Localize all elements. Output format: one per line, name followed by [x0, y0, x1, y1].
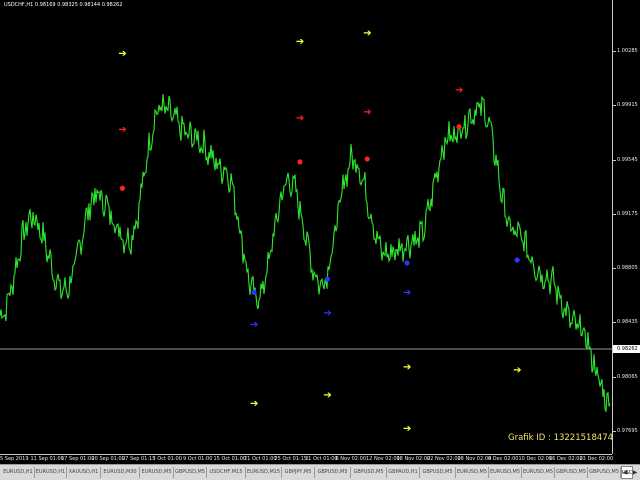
chart-tab[interactable]: EURUSD,M5 — [140, 467, 174, 478]
price-scale-label: 0.99915 — [617, 102, 638, 109]
time-axis-label: 15 Oct 01:00 — [213, 456, 247, 462]
exit-arrow-icon: ➔ — [118, 48, 126, 59]
price-scale-tick — [613, 213, 616, 215]
chart-tab[interactable]: GBPUSD,M5 — [420, 467, 456, 478]
price-scale-tick — [613, 376, 616, 378]
tab-scroll-right-icon[interactable]: ▶ — [631, 467, 639, 478]
price-scale-label: 0.99545 — [617, 156, 638, 163]
chart-area[interactable]: ➔ ➔ ➔ ➔ ➔ ➔ ➔ ➔ ➔ ➔ ➔ ➔ ➔ ➔ ➔ USDCHF,H1 0.98169 0.9832… — [0, 0, 640, 454]
tab-scroll-left-icon[interactable]: ◀ — [621, 467, 629, 478]
chart-tab[interactable]: EURUSD,M5 — [456, 467, 489, 478]
exit-arrow-icon: ➔ — [296, 37, 304, 48]
time-axis-label: 25 Oct 01:15 — [274, 456, 308, 462]
signal-markers: ➔ ➔ ➔ ➔ ➔ ➔ ➔ ➔ ➔ ➔ ➔ ➔ ➔ ➔ ➔ — [118, 28, 521, 435]
exit-arrow-icon: ➔ — [250, 399, 258, 410]
chart-tab[interactable]: GBPJPY,M5 — [282, 467, 315, 478]
price-scale-tick — [613, 105, 616, 107]
time-axis-label: 27 Sep 01:15 — [122, 456, 156, 462]
time-axis-label: 6 Nov 02:00 — [335, 456, 367, 462]
chart-tab[interactable]: USDCHF,M15 — [207, 467, 246, 478]
chart-tab-bar: EURUSD,H1 EURUSD,H1 XAUUSD,H1 EURUSD,M30 EUR… — [0, 464, 640, 480]
price-scale-label: 0.98805 — [617, 265, 638, 272]
buy-signal-dot — [324, 276, 331, 282]
chart-tab[interactable]: EURUSD,M5 — [489, 467, 522, 478]
exit-arrow-icon: ➔ — [513, 365, 521, 376]
time-axis-label: 21 Oct 01:00 — [244, 456, 277, 462]
sell-signal-dot — [297, 159, 303, 165]
price-scale-label: 0.99175 — [617, 210, 638, 217]
chart-tab[interactable]: EURUSD,H1 — [2, 467, 35, 478]
price-scale-tick — [613, 159, 616, 161]
buy-arrow-icon: ➔ — [323, 308, 331, 319]
exit-arrow-icon: ➔ — [403, 424, 411, 435]
time-axis-label: 23 Dec 02:00 — [579, 456, 614, 462]
sell-signal-dot — [119, 185, 125, 191]
time-axis-label: 31 Oct 01:00 — [305, 456, 338, 462]
time-axis-label: 3 Oct 01:00 — [152, 456, 182, 462]
buy-signal-dot — [251, 289, 257, 295]
exit-arrow-icon: ➔ — [363, 28, 371, 39]
current-price-label: 0.98262 — [613, 345, 640, 353]
time-axis-label: 22 Nov 02:00 — [427, 456, 461, 462]
time-axis[interactable]: 5 Sep 2019 11 Sep 01:00 17 Sep 01:00 20 Sep… — [0, 454, 614, 464]
price-scale-label: 0.98435 — [617, 319, 638, 326]
price-scale-tick — [613, 51, 616, 53]
chart-tab[interactable]: EURUSD,M5 — [522, 467, 555, 478]
buy-signal-dot — [404, 260, 410, 266]
chart-tab[interactable]: GBPUSD,M5 — [588, 467, 621, 478]
chart-tab[interactable]: EURUSD,H1 — [35, 467, 67, 478]
time-axis-label: 10 Dec 02:00 — [518, 456, 553, 462]
chart-tab[interactable]: GBPAUD,H1 — [387, 467, 420, 478]
chart-tab[interactable]: XAUUSD,H1 — [67, 467, 101, 478]
price-chart[interactable]: ➔ ➔ ➔ ➔ ➔ ➔ ➔ ➔ ➔ ➔ ➔ ➔ ➔ ➔ ➔ — [0, 0, 612, 454]
time-axis-label: 17 Sep 01:00 — [61, 456, 95, 462]
time-axis-label: 18 Nov 02:00 — [396, 456, 431, 462]
chart-tab[interactable]: GBPUSD,M5 — [555, 467, 588, 478]
buy-signal-dot — [514, 257, 520, 263]
chart-tab[interactable]: EURUSD,M15 — [246, 467, 282, 478]
time-axis-label: 5 Sep 2019 — [0, 456, 29, 462]
sell-arrow-icon: ➔ — [118, 125, 126, 136]
sell-arrow-icon: ➔ — [363, 107, 371, 118]
chart-tab[interactable]: GBPUSD,M5 — [315, 467, 351, 478]
chart-tab[interactable]: GBPUSD,M5 — [351, 467, 387, 478]
sell-arrow-icon: ➔ — [455, 85, 463, 96]
price-scale-tick — [613, 430, 616, 432]
price-scale-tick — [613, 268, 616, 270]
time-axis-label: 28 Nov 02:00 — [457, 456, 492, 462]
chart-tab[interactable]: EURUSD,M30 — [101, 467, 140, 478]
sell-signal-dot — [364, 156, 370, 162]
buy-arrow-icon: ➔ — [250, 320, 258, 331]
time-axis-label: 4 Dec 02:00 — [488, 456, 519, 462]
price-scale-tick — [613, 322, 616, 324]
time-axis-label: 20 Sep 01:00 — [91, 456, 125, 462]
sell-arrow-icon: ➔ — [296, 113, 304, 124]
time-axis-label: 9 Oct 01:00 — [183, 456, 213, 462]
time-axis-label: 11 Sep 01:00 — [30, 456, 64, 462]
sell-signal-dot — [456, 124, 462, 130]
price-scale-label: 0.98065 — [617, 373, 638, 380]
chart-title: USDCHF,H1 0.98169 0.98325 0.98144 0.9826… — [4, 2, 123, 8]
chart-tab[interactable]: GBPUSD,M5 — [174, 467, 207, 478]
price-scale-label: 0.97695 — [617, 427, 638, 434]
exit-arrow-icon: ➔ — [323, 390, 331, 401]
time-axis-label: 12 Nov 02:00 — [366, 456, 400, 462]
time-axis-label: 16 Dec 02:00 — [549, 456, 583, 462]
price-scale[interactable]: 1.00285 0.99915 0.99545 0.99175 0.98805 0.984… — [612, 0, 640, 454]
buy-arrow-icon: ➔ — [403, 287, 411, 298]
price-scale-label: 1.00285 — [617, 48, 638, 55]
exit-arrow-icon: ➔ — [403, 362, 411, 373]
